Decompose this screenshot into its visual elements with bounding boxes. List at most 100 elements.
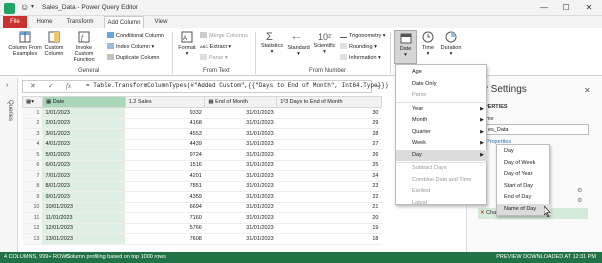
day-submenu-item-day[interactable]: Day [497, 146, 551, 158]
date-menu-item-month[interactable]: Month ▶ [396, 115, 488, 127]
cell-sales[interactable]: 4359 [125, 191, 205, 203]
close-settings-icon[interactable]: ✕ [584, 86, 591, 95]
day-submenu-item-start-of-day[interactable]: Start of Day [497, 181, 551, 193]
information-button[interactable]: Information ▾ [340, 54, 381, 62]
cell-end-of-month[interactable]: 31/01/2023 [204, 107, 277, 119]
day-submenu-item-day-of-week[interactable]: Day of Week [497, 158, 551, 170]
column-header-date[interactable]: ▦ Date [41, 96, 126, 108]
cell-sales[interactable]: 4201 [125, 170, 205, 182]
table-row[interactable]: 9 9/01/2023 4359 31/01/2023 22 [22, 191, 382, 203]
cell-sales[interactable]: 4553 [125, 128, 205, 140]
delete-step-icon[interactable]: ✕ [480, 210, 485, 216]
cell-end-of-month[interactable]: 31/01/2023 [204, 149, 277, 161]
cell-end-of-month[interactable]: 31/01/2023 [204, 223, 277, 234]
column-from-examples-button[interactable]: Column From Examples [8, 31, 42, 57]
cell-end-of-month[interactable]: 31/01/2023 [204, 160, 277, 171]
cell-sales[interactable]: 7851 [125, 181, 205, 192]
date-menu-item-subtract-days[interactable]: Subtract Days [396, 163, 488, 175]
table-row[interactable]: 2 2/01/2023 4168 31/01/2023 29 [22, 118, 382, 129]
date-menu-item-latest[interactable]: Latest [396, 198, 488, 210]
index-column-dropdown-icon[interactable]: ▾ [151, 44, 154, 50]
cell-days-to-end-of-month[interactable]: 22 [276, 191, 382, 203]
table-row[interactable]: 12 12/01/2023 5766 31/01/2023 19 [22, 223, 382, 234]
cell-sales[interactable]: 6694 [125, 202, 205, 213]
standard-button[interactable]: +− Standard ▾ [285, 31, 312, 57]
date-menu-item-parse[interactable]: Parse [396, 90, 488, 102]
cell-end-of-month[interactable]: 31/01/2023 [204, 233, 277, 245]
table-row[interactable]: 7 7/01/2023 4201 31/01/2023 24 [22, 170, 382, 182]
tab-transform[interactable]: Transform [62, 16, 98, 28]
cell-days-to-end-of-month[interactable]: 26 [276, 149, 382, 161]
column-type-icon[interactable]: ▦ [208, 99, 213, 105]
quick-access-dropdown-icon[interactable]: ▾ [31, 3, 34, 10]
cell-days-to-end-of-month[interactable]: 30 [276, 107, 382, 119]
step-settings-gear-icon[interactable]: ⚙ [577, 187, 582, 194]
scientific-button[interactable]: 10² Scientific ▾ [311, 31, 338, 55]
date-menu-item-date-only[interactable]: Date Only [396, 79, 488, 91]
column-type-icon[interactable]: 1²3 [280, 99, 288, 105]
table-row[interactable]: 11 11/01/2023 7160 31/01/2023 20 [22, 212, 382, 224]
table-row[interactable]: 8 8/01/2023 7851 31/01/2023 23 [22, 181, 382, 192]
parse-button[interactable]: Parse ▾ [200, 54, 228, 62]
date-menu-item-age[interactable]: Age [396, 67, 488, 79]
cell-date[interactable]: 2/01/2023 [42, 118, 126, 129]
cell-sales[interactable]: 7608 [125, 233, 205, 245]
cell-end-of-month[interactable]: 31/01/2023 [204, 181, 277, 192]
close-button[interactable]: ✕ [580, 2, 598, 14]
cell-date[interactable]: 10/01/2023 [42, 202, 126, 213]
date-menu-item-year[interactable]: Year ▶ [396, 104, 488, 116]
cell-date[interactable]: 7/01/2023 [42, 170, 126, 182]
cell-sales[interactable]: 4439 [125, 139, 205, 150]
date-menu-item-combine-date-and-time[interactable]: Combine Date and Time [396, 175, 488, 187]
table-row[interactable]: 4 4/01/2023 4439 31/01/2023 27 [22, 139, 382, 150]
cell-date[interactable]: 8/01/2023 [42, 181, 126, 192]
column-type-icon[interactable]: 1.2 [129, 99, 137, 105]
expand-formula-icon[interactable]: ⌄ [375, 81, 381, 89]
cancel-formula-icon[interactable]: ✕ [30, 82, 36, 90]
cell-sales[interactable]: 4168 [125, 118, 205, 129]
time-button[interactable]: Time ▾ [418, 31, 438, 57]
column-header-sales[interactable]: 1.2 Sales [124, 96, 206, 108]
table-row[interactable]: 5 5/01/2023 9724 31/01/2023 26 [22, 149, 382, 161]
cell-end-of-month[interactable]: 31/01/2023 [204, 128, 277, 140]
cell-sales[interactable]: 9724 [125, 149, 205, 161]
maximize-button[interactable]: ☐ [557, 2, 575, 14]
cell-days-to-end-of-month[interactable]: 27 [276, 139, 382, 150]
rounding-button[interactable]: Rounding ▾ [340, 43, 377, 51]
cell-sales[interactable]: 1516 [125, 160, 205, 171]
expand-queries-icon[interactable]: › [6, 82, 8, 89]
cell-days-to-end-of-month[interactable]: 21 [276, 202, 382, 213]
cell-date[interactable]: 11/01/2023 [42, 212, 126, 224]
cell-date[interactable]: 6/01/2023 [42, 160, 126, 171]
table-row[interactable]: 1 1/01/2023 9332 31/01/2023 30 [22, 107, 382, 119]
invoke-custom-function-button[interactable]: f Invoke Custom Function [66, 31, 102, 63]
cell-end-of-month[interactable]: 31/01/2023 [204, 191, 277, 203]
cell-date[interactable]: 9/01/2023 [42, 191, 126, 203]
table-row[interactable]: 10 10/01/2023 6694 31/01/2023 21 [22, 202, 382, 213]
cell-days-to-end-of-month[interactable]: 20 [276, 212, 382, 224]
custom-column-button[interactable]: Custom Column [42, 31, 66, 57]
date-button[interactable]: Date ▾ [394, 30, 417, 64]
cell-end-of-month[interactable]: 31/01/2023 [204, 202, 277, 213]
cell-days-to-end-of-month[interactable]: 29 [276, 118, 382, 129]
tab-view[interactable]: View [150, 16, 172, 28]
cell-end-of-month[interactable]: 31/01/2023 [204, 118, 277, 129]
query-name-input[interactable]: es_Data [485, 124, 589, 135]
cell-days-to-end-of-month[interactable]: 24 [276, 170, 382, 182]
cell-date[interactable]: 1/01/2023 [42, 107, 126, 119]
cell-sales[interactable]: 5766 [125, 223, 205, 234]
date-menu-item-week[interactable]: Week ▶ [396, 138, 488, 150]
tab-file[interactable]: File [3, 16, 27, 28]
table-menu-button[interactable]: ▦▾ [22, 96, 43, 108]
duration-button[interactable]: Duration ▾ [438, 31, 464, 57]
confirm-formula-icon[interactable]: ✓ [48, 82, 54, 90]
cell-date[interactable]: 4/01/2023 [42, 139, 126, 150]
date-menu-item-earliest[interactable]: Earliest [396, 186, 488, 198]
formula-text[interactable]: = Table.TransformColumnTypes(#"Added Cus… [86, 82, 388, 89]
cell-date[interactable]: 3/01/2023 [42, 128, 126, 140]
column-header-end-of-month[interactable]: ▦ End of Month [204, 96, 278, 108]
column-type-icon[interactable]: ▦ [46, 99, 51, 105]
day-submenu-item-end-of-day[interactable]: End of Day [497, 192, 551, 204]
tab-add-column[interactable]: Add Column [104, 16, 144, 28]
column-header-days-to-end-of-month[interactable]: 1²3 Days to End of Month [276, 96, 382, 108]
